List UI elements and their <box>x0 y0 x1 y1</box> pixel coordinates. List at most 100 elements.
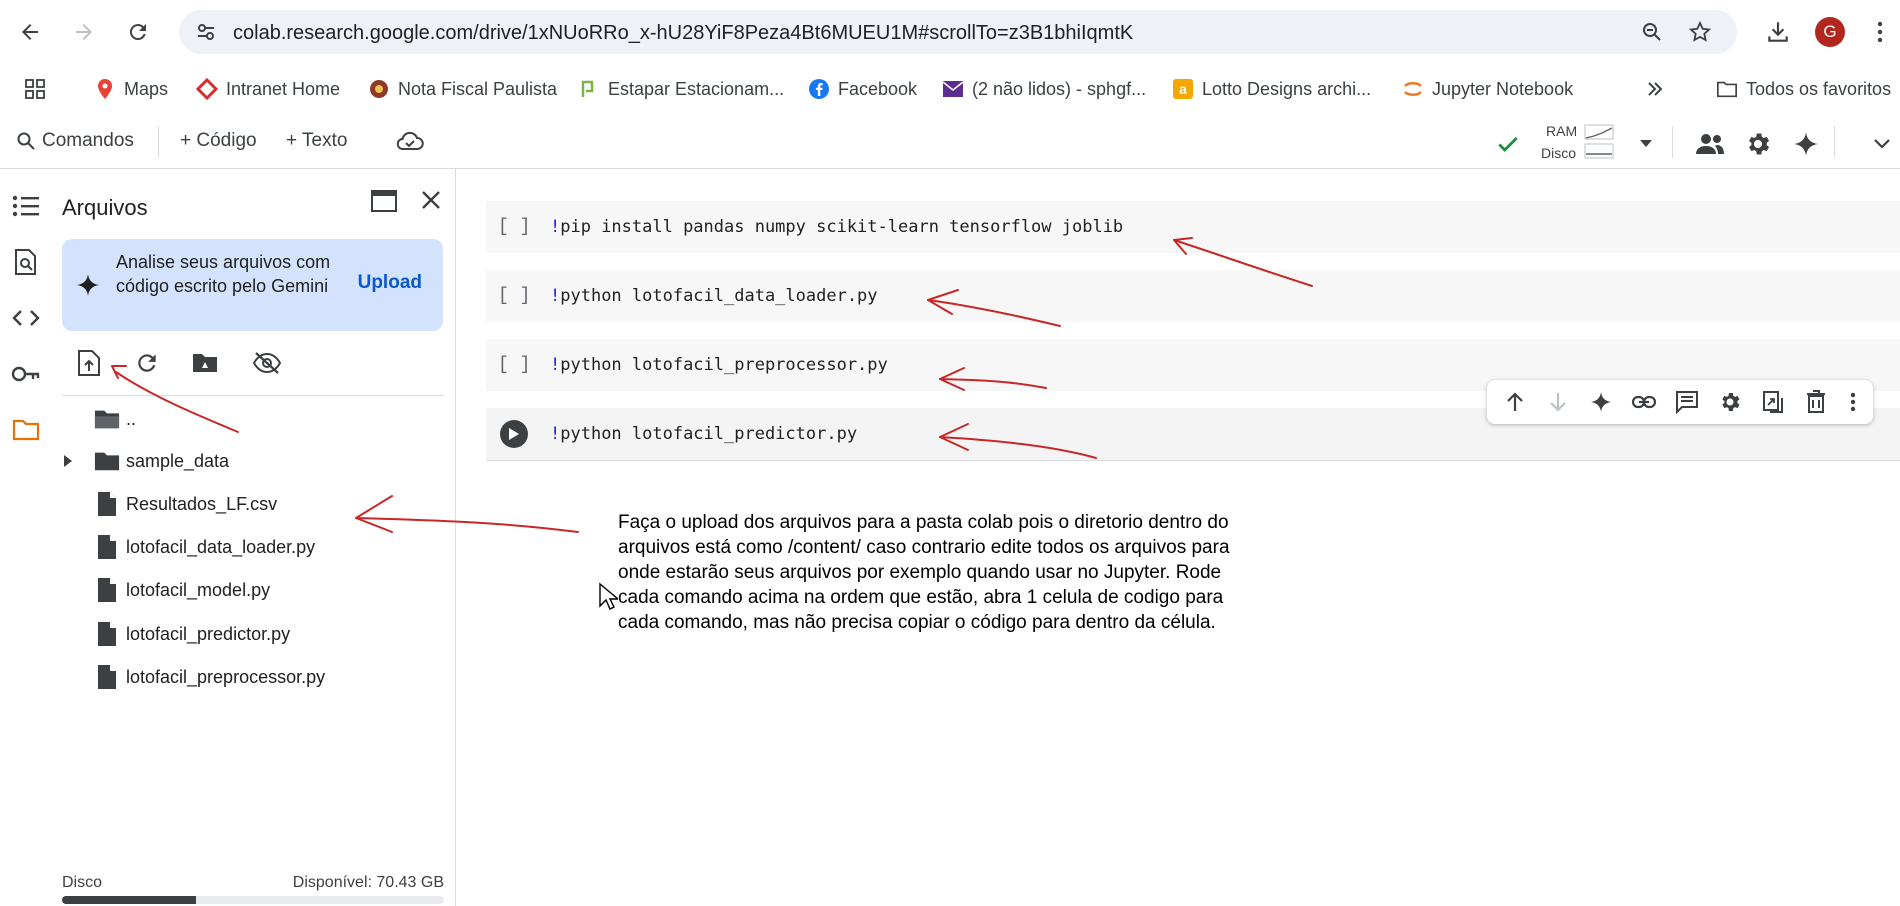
find-replace-icon[interactable] <box>9 245 43 279</box>
disk-available-text: Disponível: 70.43 GB <box>292 874 444 891</box>
code-text: python lotofacil_data_loader.py <box>560 286 878 306</box>
file-name: lotofacil_data_loader.py <box>126 536 316 557</box>
file-icon <box>94 620 120 648</box>
file-icon <box>94 490 120 518</box>
link-icon[interactable] <box>1630 388 1658 416</box>
upload-file-icon[interactable] <box>72 346 106 380</box>
cell-code[interactable]: !python lotofacil_data_loader.py <box>550 286 878 306</box>
back-button[interactable] <box>12 14 48 50</box>
code-cell[interactable]: [ ] !python lotofacil_data_loader.py <box>486 270 1900 322</box>
bookmarks-overflow-button[interactable] <box>1644 76 1666 102</box>
file-item[interactable]: lotofacil_data_loader.py <box>52 529 444 565</box>
bookmark-mail[interactable]: (2 não lidos) - sphgf... <box>942 76 1146 102</box>
cell-code[interactable]: !pip install pandas numpy scikit-learn t… <box>550 217 1123 237</box>
file-icon <box>94 533 120 561</box>
commands-button[interactable]: Comandos <box>16 130 134 152</box>
gemini-promo-text: Analise seus arquivos com código escrito… <box>116 252 331 296</box>
bookmark-intranet-home[interactable]: Intranet Home <box>196 76 340 102</box>
arrow-right-icon <box>76 24 92 40</box>
add-code-label: + Código <box>180 130 257 151</box>
code-snippets-icon[interactable] <box>9 301 43 335</box>
bookmark-lotto-designs[interactable]: a Lotto Designs archi... <box>1172 76 1371 102</box>
delete-cell-trash-icon[interactable] <box>1802 388 1830 416</box>
file-item[interactable]: Resultados_LF.csv <box>52 486 444 522</box>
bookmark-estapar[interactable]: Estapar Estacionam... <box>578 76 784 102</box>
profile-avatar[interactable]: G <box>1815 17 1845 47</box>
code-cell[interactable]: [ ] !pip install pandas numpy scikit-lea… <box>486 201 1900 253</box>
shell-bang: ! <box>550 217 561 237</box>
run-cell-button[interactable] <box>500 420 528 448</box>
cell-run-prompt[interactable]: [ ] <box>498 217 530 237</box>
drive-sync-button[interactable] <box>396 130 424 152</box>
bookmark-maps[interactable]: Maps <box>94 76 168 102</box>
cell-code[interactable]: !python lotofacil_predictor.py <box>550 424 857 444</box>
toolbar-divider <box>158 126 159 158</box>
add-code-button[interactable]: + Código <box>180 130 257 152</box>
runtime-dropdown-button[interactable] <box>1630 128 1662 160</box>
refresh-icon[interactable] <box>130 346 164 380</box>
connected-check-icon[interactable] <box>1492 128 1524 160</box>
bookmark-jupyter[interactable]: Jupyter Notebook <box>1402 76 1573 102</box>
resource-sparkline[interactable] <box>1584 124 1614 160</box>
forward-button[interactable] <box>66 14 102 50</box>
zoom-icon[interactable] <box>1639 19 1665 45</box>
code-text: pip install pandas numpy scikit-learn te… <box>560 217 1124 237</box>
expand-caret-icon[interactable] <box>60 453 76 469</box>
settings-gear-icon[interactable] <box>1742 128 1774 160</box>
annotation-note: Faça o upload dos arquivos para a pasta … <box>618 512 1230 633</box>
file-name: lotofacil_preprocessor.py <box>126 666 326 687</box>
arrow-left-icon <box>22 24 38 40</box>
apps-button[interactable] <box>24 76 46 102</box>
shell-bang: ! <box>550 286 561 306</box>
bookmark-facebook[interactable]: Facebook <box>808 76 917 102</box>
secrets-key-icon[interactable] <box>9 357 43 391</box>
browser-toolbar: colab.research.google.com/drive/1xNUoRRo… <box>0 0 1900 66</box>
file-name: sample_data <box>126 450 230 471</box>
file-item-parent[interactable]: .. <box>52 401 444 437</box>
url-text[interactable]: colab.research.google.com/drive/1xNUoRRo… <box>233 22 1133 45</box>
downloads-button[interactable] <box>1760 14 1796 50</box>
file-item-folder[interactable]: sample_data <box>52 443 444 479</box>
gemini-sparkle-icon[interactable] <box>1587 388 1615 416</box>
bookmark-star-icon[interactable] <box>1687 19 1713 45</box>
address-bar[interactable]: colab.research.google.com/drive/1xNUoRRo… <box>179 10 1737 54</box>
move-cell-up-icon[interactable] <box>1501 388 1529 416</box>
open-in-tab-icon[interactable] <box>370 189 398 213</box>
code-text: python lotofacil_predictor.py <box>560 424 858 444</box>
files-folder-icon[interactable] <box>9 413 43 447</box>
more-vert-icon[interactable] <box>1839 388 1867 416</box>
file-item[interactable]: lotofacil_preprocessor.py <box>52 659 444 695</box>
comment-icon[interactable] <box>1673 388 1701 416</box>
upload-link[interactable]: Upload <box>358 272 422 294</box>
move-cell-down-icon[interactable] <box>1544 388 1572 416</box>
file-item[interactable]: lotofacil_model.py <box>52 572 444 608</box>
table-of-contents-icon[interactable] <box>9 189 43 223</box>
folder-outline-icon <box>1716 78 1738 100</box>
bookmark-nota-fiscal[interactable]: Nota Fiscal Paulista <box>368 76 557 102</box>
file-icon <box>94 663 120 691</box>
more-vert-icon <box>1877 21 1883 43</box>
facebook-icon <box>808 78 830 100</box>
gemini-sparkle-icon[interactable] <box>1790 128 1822 160</box>
share-people-icon[interactable] <box>1694 128 1726 160</box>
cell-run-prompt[interactable]: [ ] <box>498 355 530 375</box>
file-item[interactable]: lotofacil_predictor.py <box>52 616 444 652</box>
intranet-icon <box>196 78 218 100</box>
all-bookmarks-folder[interactable]: Todos os favoritos <box>1716 76 1891 102</box>
mirror-cell-icon[interactable] <box>1759 388 1787 416</box>
site-info-icon[interactable] <box>193 19 219 45</box>
bookmark-label: Nota Fiscal Paulista <box>398 78 558 99</box>
add-text-button[interactable]: + Texto <box>286 130 347 152</box>
caret-down-icon <box>1640 140 1652 147</box>
add-text-label: + Texto <box>286 130 348 151</box>
cell-settings-gear-icon[interactable] <box>1716 388 1744 416</box>
close-icon[interactable] <box>420 189 442 211</box>
collapse-header-button[interactable] <box>1866 128 1898 160</box>
reload-button[interactable] <box>120 14 156 50</box>
mount-drive-icon[interactable] <box>188 346 222 380</box>
hide-files-eye-icon[interactable] <box>250 346 284 380</box>
browser-menu-button[interactable] <box>1862 14 1898 50</box>
cell-run-prompt[interactable]: [ ] <box>498 286 530 306</box>
lotto-icon: a <box>1172 78 1194 100</box>
cell-code[interactable]: !python lotofacil_preprocessor.py <box>550 355 888 375</box>
